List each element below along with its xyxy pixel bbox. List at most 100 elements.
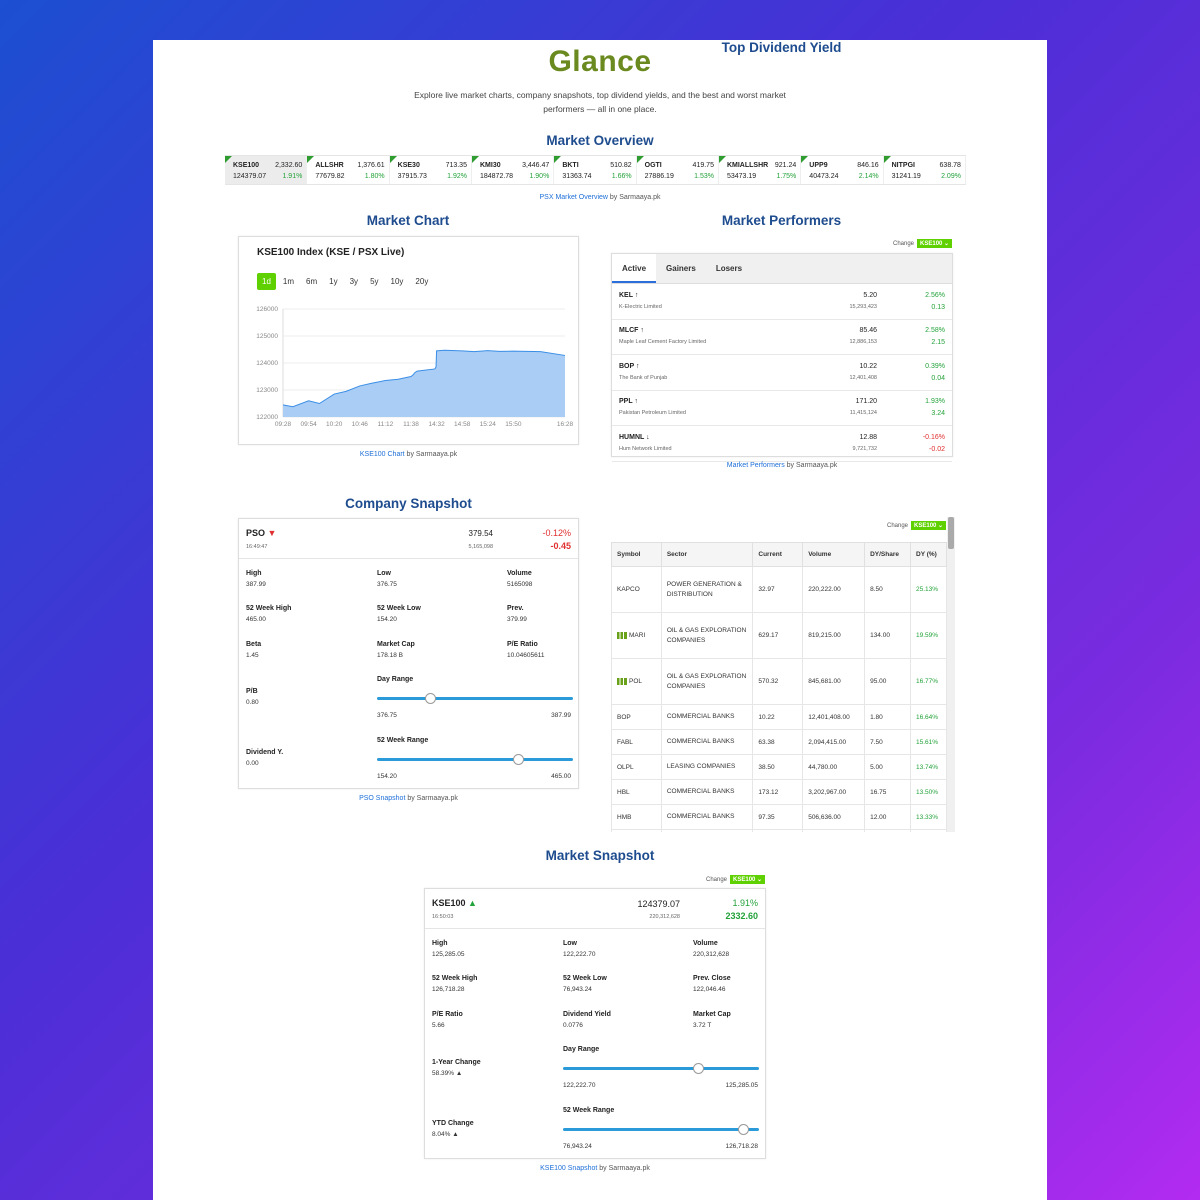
snapshot-day-range-slider[interactable] [563,1063,759,1074]
performer-row[interactable]: BOP ↑ The Bank of Punjab 10.22 12,401,408 0.… [612,356,952,391]
table-row[interactable]: KAPCO POWER GENERATION & DISTRIBUTION 32.9… [611,566,947,613]
dividend-pct: 13.33% [910,804,947,830]
y-tick-label: 123000 [256,387,278,394]
high-label: High [246,570,262,577]
y-tick-label: 125000 [256,333,278,340]
ticker-item-upp9[interactable]: UPP9 846.16 40473.24 2.14% [801,156,884,184]
low-value: 122,222.70 [563,951,596,958]
slider-knob[interactable] [738,1124,750,1135]
low-value: 376.75 [377,581,397,588]
dividend-current: 97.35 [752,804,804,830]
ticker-item-kse30[interactable]: KSE30 713.35 37915.73 1.92% [389,156,472,184]
slider-knob[interactable] [513,754,525,765]
dividend-pct: 13.74% [910,754,947,780]
market-performers-link[interactable]: Market Performers [727,462,785,469]
column-header[interactable]: Sector [660,542,754,567]
dividend-sector: OIL & GAS EXPLORATION COMPANIES [660,658,754,705]
column-header[interactable]: DY/Share [864,542,911,567]
performers-change-select[interactable]: Change KSE100 ⌄ [893,239,953,248]
performer-row[interactable]: KEL ↑ K-Electric Limited 5.20 15,293,423 2.5… [612,285,952,320]
range-1d[interactable]: 1d [257,273,276,290]
performer-symbol: BOP ↑ [619,362,640,370]
table-row[interactable]: MARI OIL & GAS EXPLORATION COMPANIES 629.1… [611,612,947,659]
tab-losers[interactable]: Losers [706,254,752,283]
market-snapshot-link[interactable]: KSE100 Snapshot [540,1165,597,1172]
dividend-symbol: BOP [617,713,631,721]
ticker-change: 510.82 [610,162,632,169]
dividend-change-select[interactable]: Change KSE100 ⌄ [887,521,947,530]
market-performers-credit: Market Performers by Sarmaaya.pk [726,462,838,469]
column-header[interactable]: Volume [802,542,866,567]
ticker-item-nitpgi[interactable]: NITPGI 638.78 31241.19 2.09% [883,156,966,184]
ticker-item-kse100[interactable]: KSE100 2,332.60 124379.07 1.91% [225,156,308,184]
dividend-per-share: 12.00 [864,804,911,830]
ticker-item-bkti[interactable]: BKTI 510.82 31363.74 1.66% [554,156,637,184]
table-row[interactable]: BOP COMMERCIAL BANKS 10.22 12,401,408.00 1.8… [611,704,947,730]
snapshot-week-range-slider[interactable] [563,1124,759,1135]
performer-row[interactable]: PPL ↑ Pakistan Petroleum Limited 171.20 11,… [612,391,952,427]
ticker-pct: 1.91% [282,173,303,180]
market-overview-link[interactable]: PSX Market Overview [540,194,608,201]
ticker-item-allshr[interactable]: ALLSHR 1,376.61 77679.82 1.80% [307,156,390,184]
dividend-scrollbar[interactable] [947,517,955,832]
week-high-value: 465.00 [246,616,266,623]
tab-gainers[interactable]: Gainers [656,254,706,283]
range-1y[interactable]: 1y [324,273,342,290]
year-change-value: 58.39% ▲ [432,1070,463,1077]
dividend-volume: 819,215.00 [802,612,866,659]
dividend-volume: 14,961.00 [802,829,866,832]
table-row[interactable]: OLPL LEASING COMPANIES 38.50 44,780.00 5.00 1… [611,754,947,780]
ticker-pct: 2.09% [941,173,961,180]
table-header-row: Symbol Sector Current Volume DY/Share DY (%) [611,542,947,567]
ticker-pct: 1.53% [694,173,714,180]
performer-company: Hum Network Limited [619,445,672,452]
company-day-range-slider[interactable] [377,693,573,704]
scrollbar-thumb[interactable] [948,517,954,549]
table-row[interactable]: SCBPLCOMMERCIAL BANKS59.8914,961.007.501… [611,829,947,832]
range-10y[interactable]: 10y [386,273,409,290]
range-6m[interactable]: 6m [301,273,322,290]
dividend-current: 59.89 [752,829,804,832]
performer-pct: 1.93% [925,398,945,406]
dividend-volume: 220,222.00 [802,566,866,613]
table-row[interactable]: HMB COMMERCIAL BANKS 97.35 506,636.00 12.00 1… [611,804,947,830]
column-header[interactable]: Current [752,542,804,567]
table-row[interactable]: FABL COMMERCIAL BANKS 63.38 2,094,415.00 7.5… [611,729,947,755]
ticker-value: 31241.19 [891,173,921,180]
company-week-range-slider[interactable] [377,754,573,765]
slider-knob[interactable] [424,693,436,704]
ticker-name: OGTI [644,162,662,169]
performer-row[interactable]: HUMNL ↓ Hum Network Limited 12.88 9,721,732… [612,427,952,462]
ticker-item-kmiallshr[interactable]: KMIALLSHR 921.24 53473.19 1.75% [718,156,802,184]
slider-knob[interactable] [693,1063,705,1074]
ticker-name: KMI30 [479,162,501,169]
company-price: 379.54 [468,529,493,538]
performer-row[interactable]: MLCF ↑ Maple Leaf Cement Factory Limited 8… [612,320,952,356]
range-5y[interactable]: 5y [365,273,383,290]
range-1m[interactable]: 1m [278,273,299,290]
pb-value: 0.80 [246,699,259,706]
high-value: 125,285.05 [432,951,465,958]
range-20y[interactable]: 20y [410,273,433,290]
snapshot-change-select[interactable]: Change KSE100 ⌄ [706,875,766,884]
x-tick-label: 10:20 [326,421,343,428]
performer-volume: 12,401,408 [849,374,877,381]
range-3y[interactable]: 3y [345,273,363,290]
market-chart-link[interactable]: KSE100 Chart [360,451,405,458]
performer-price: 5.20 [863,292,877,299]
dividend-pct: 15.61% [910,729,947,755]
ticker-value: 77679.82 [315,173,345,180]
ticker-item-ogti[interactable]: OGTI 419.75 27886.19 1.53% [636,156,719,184]
ticker-item-kmi30[interactable]: KMI30 3,446.47 184872.78 1.90% [471,156,555,184]
tab-active[interactable]: Active [612,254,657,283]
column-header[interactable]: DY (%) [910,542,947,567]
column-header[interactable]: Symbol [611,542,662,567]
day-range-label: Day Range [563,1046,600,1053]
prev-close-value: 122,046.46 [693,986,726,993]
company-snapshot-link[interactable]: PSO Snapshot [359,795,405,802]
table-row[interactable]: HBL COMMERCIAL BANKS 173.12 3,202,967.00 16.… [611,779,947,805]
beta-value: 1.45 [246,652,259,659]
low-label: Low [377,570,391,577]
table-row[interactable]: POL OIL & GAS EXPLORATION COMPANIES 570.32… [611,658,947,705]
ticker-value: 184872.78 [479,173,514,180]
